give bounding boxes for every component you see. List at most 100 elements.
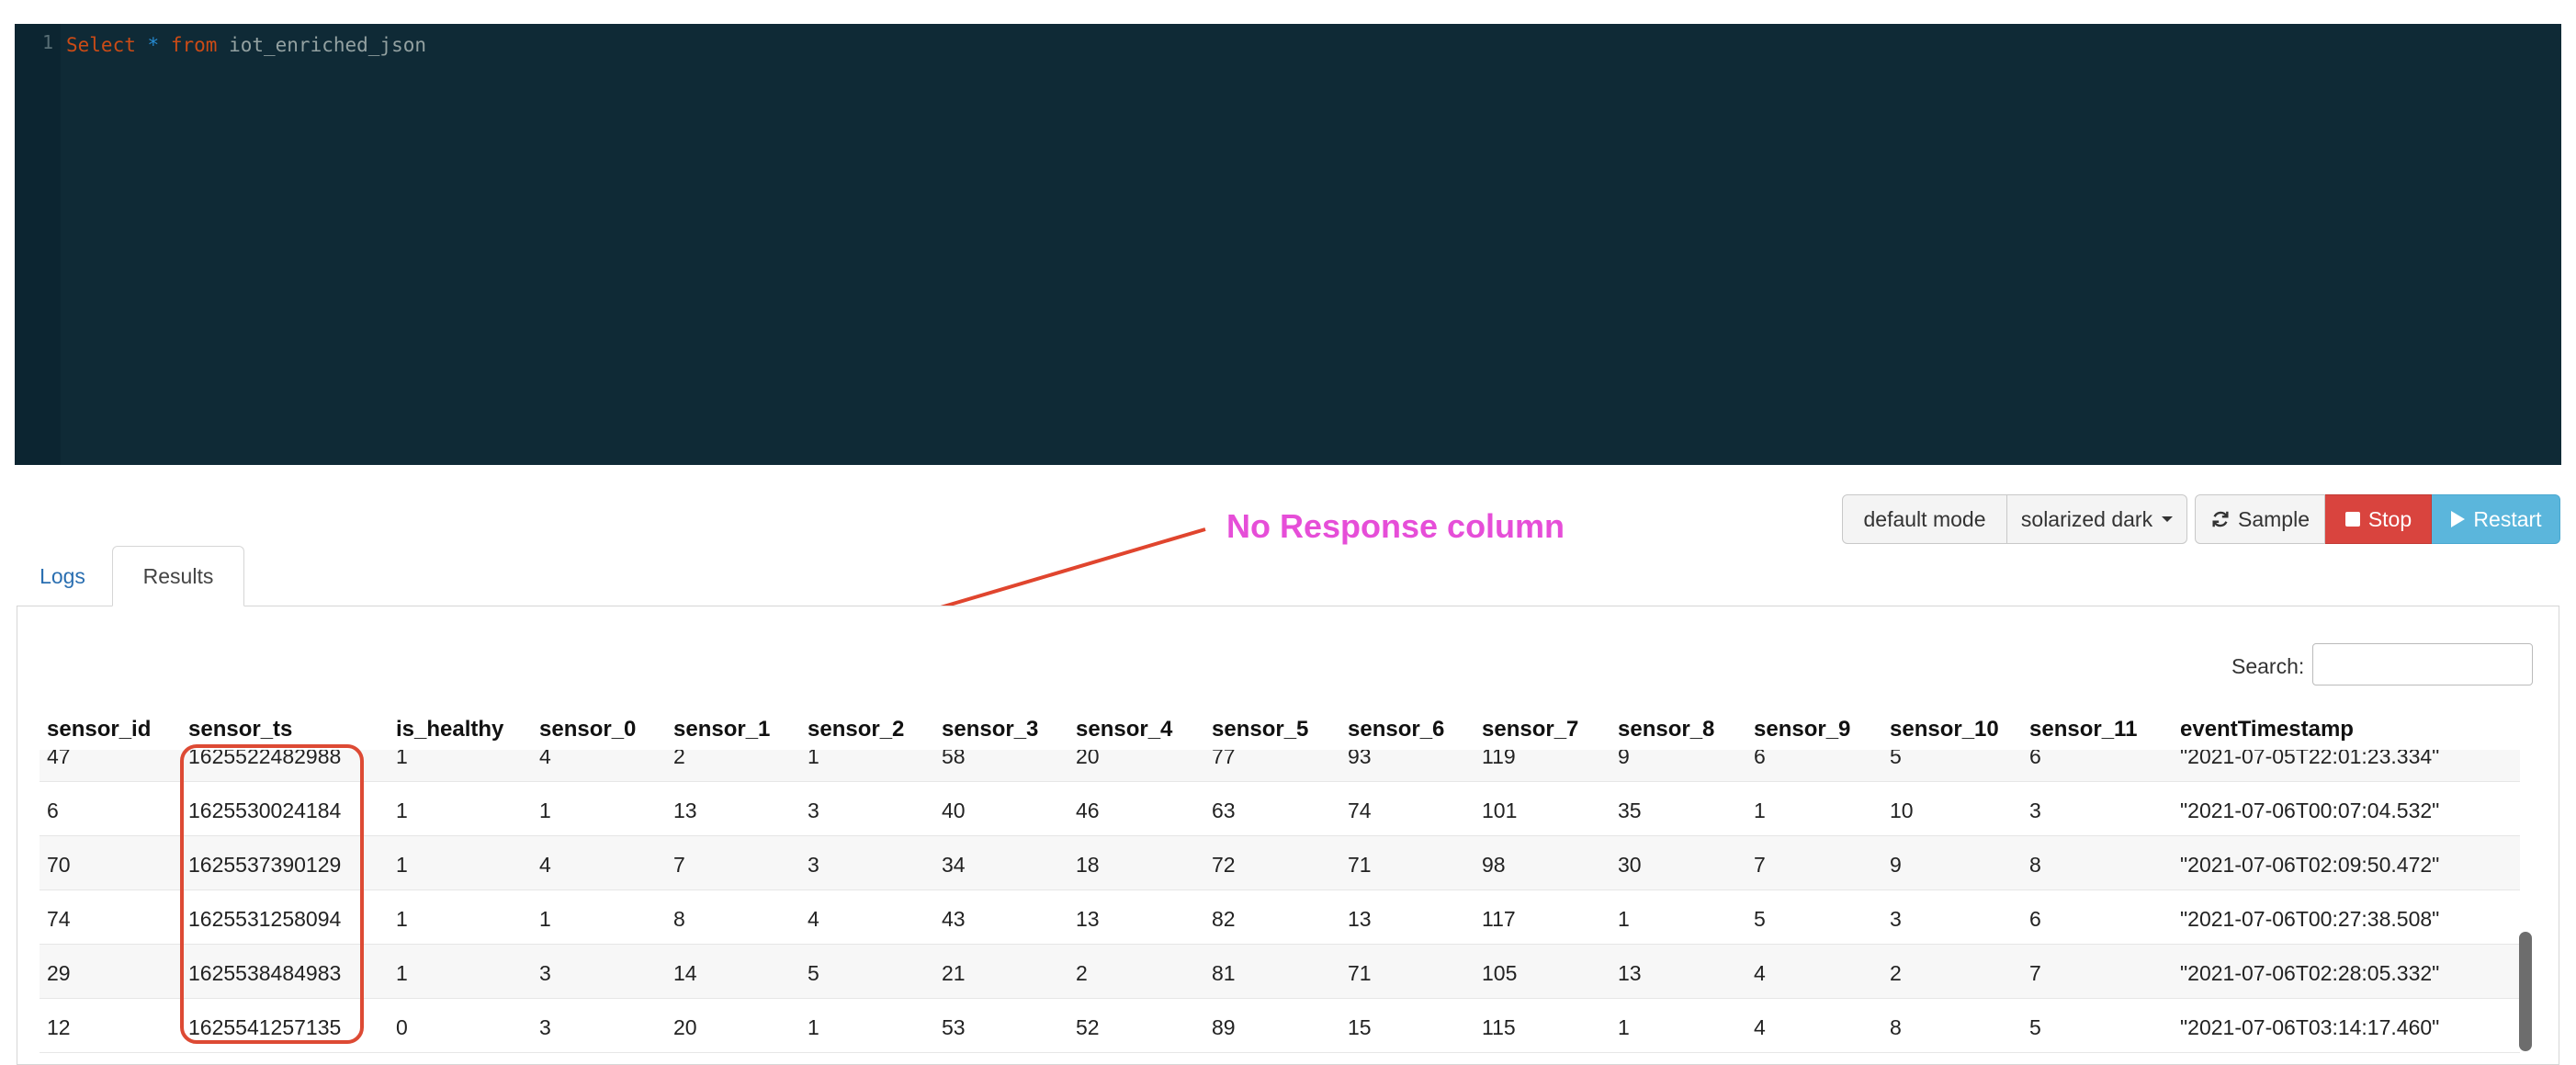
table-cell: "2021-07-05T22:01:23.334" bbox=[2180, 750, 2440, 768]
table-cell: 1625522482988 bbox=[188, 750, 342, 768]
table-cell: "2021-07-06T00:07:04.532" bbox=[2180, 799, 2440, 822]
table-cell: 10 bbox=[1890, 799, 1914, 822]
column-header[interactable]: sensor_7 bbox=[1482, 717, 1578, 742]
table-cell: 1 bbox=[539, 799, 551, 822]
results-panel: Search: sensor_id sensor_ts is_healthy sens… bbox=[17, 606, 2559, 1065]
table-cell: 43 bbox=[942, 907, 966, 931]
table-cell: 4 bbox=[539, 853, 551, 877]
table-row[interactable]: 29 1625538484983 1 3 14 5 21 2 81 71 105 13 4 2 7 "2021… bbox=[40, 945, 2520, 999]
table-rows: 47 1625522482988 1 4 2 1 58 20 77 93 119 9 6 5 6 "2021-… bbox=[40, 750, 2520, 1053]
table-row[interactable]: 6 1625530024184 1 1 13 3 40 46 63 74 101 35 1 10 3 "202… bbox=[40, 782, 2520, 836]
table-cell: 1625541257135 bbox=[188, 1015, 342, 1039]
column-header[interactable]: sensor_4 bbox=[1076, 717, 1172, 742]
table-cell: 2 bbox=[1890, 961, 1902, 985]
table-cell: 13 bbox=[673, 799, 697, 822]
table-cell: 7 bbox=[673, 853, 685, 877]
table-cell: 7 bbox=[1754, 853, 1766, 877]
column-header[interactable]: sensor_3 bbox=[942, 717, 1038, 742]
table-cell: 1 bbox=[396, 799, 408, 822]
column-header[interactable]: sensor_11 bbox=[2029, 717, 2137, 742]
table-cell: "2021-07-06T02:09:50.472" bbox=[2180, 853, 2440, 877]
table-cell: 1 bbox=[396, 853, 408, 877]
column-header[interactable]: is_healthy bbox=[396, 717, 503, 742]
column-header[interactable]: sensor_ts bbox=[188, 717, 292, 742]
table-cell: 1 bbox=[1618, 1015, 1630, 1039]
table-cell: 20 bbox=[1076, 750, 1100, 768]
column-header[interactable]: sensor_1 bbox=[673, 717, 770, 742]
table-cell: 1625531258094 bbox=[188, 907, 342, 931]
table-cell: 40 bbox=[942, 799, 966, 822]
table-cell: 9 bbox=[1618, 750, 1630, 768]
table-cell: 5 bbox=[808, 961, 819, 985]
tab-results[interactable]: Results bbox=[112, 546, 244, 606]
table-cell: 8 bbox=[673, 907, 685, 931]
table-row[interactable]: 47 1625522482988 1 4 2 1 58 20 77 93 119 9 6 5 6 "2021-… bbox=[40, 750, 2520, 782]
table-cell: 1 bbox=[396, 961, 408, 985]
result-tabs: Logs Results bbox=[17, 546, 2561, 606]
table-cell: 81 bbox=[1212, 961, 1236, 985]
table-cell: 4 bbox=[1754, 961, 1766, 985]
table-cell: 5 bbox=[1890, 750, 1902, 768]
table-cell: 1 bbox=[1618, 907, 1630, 931]
table-cell: 14 bbox=[673, 961, 697, 985]
table-cell: 1 bbox=[396, 750, 408, 768]
column-header[interactable]: sensor_5 bbox=[1212, 717, 1308, 742]
column-header[interactable]: sensor_2 bbox=[808, 717, 904, 742]
table-row[interactable]: 74 1625531258094 1 1 8 4 43 13 82 13 117 1 5 3 6 "2021-… bbox=[40, 890, 2520, 945]
table-cell: 98 bbox=[1482, 853, 1506, 877]
table-cell: 63 bbox=[1212, 799, 1236, 822]
table-cell: 1 bbox=[808, 1015, 819, 1039]
tab-logs[interactable]: Logs bbox=[17, 546, 108, 606]
table-cell: 93 bbox=[1348, 750, 1372, 768]
table-cell: 1625537390129 bbox=[188, 853, 342, 877]
table-cell: 35 bbox=[1618, 799, 1642, 822]
table-cell: 4 bbox=[539, 750, 551, 768]
table-cell: 101 bbox=[1482, 799, 1518, 822]
table-cell: 5 bbox=[1754, 907, 1766, 931]
table-cell: 58 bbox=[942, 750, 966, 768]
table-cell: 53 bbox=[942, 1015, 966, 1039]
column-header[interactable]: sensor_10 bbox=[1890, 717, 1999, 742]
column-header[interactable]: sensor_0 bbox=[539, 717, 636, 742]
column-header[interactable]: sensor_9 bbox=[1754, 717, 1850, 742]
table-cell: 71 bbox=[1348, 853, 1372, 877]
table-cell: 6 bbox=[2029, 907, 2041, 931]
table-cell: 9 bbox=[1890, 853, 1902, 877]
table-cell: "2021-07-06T02:28:05.332" bbox=[2180, 961, 2440, 985]
table-cell: 70 bbox=[47, 853, 71, 877]
table-cell: 7 bbox=[2029, 961, 2041, 985]
table-cell: 3 bbox=[1890, 907, 1902, 931]
table-cell: 47 bbox=[47, 750, 71, 768]
table-cell: 71 bbox=[1348, 961, 1372, 985]
table-cell: 3 bbox=[808, 853, 819, 877]
column-header[interactable]: sensor_8 bbox=[1618, 717, 1714, 742]
column-header[interactable]: sensor_6 bbox=[1348, 717, 1444, 742]
table-row[interactable]: 12 1625541257135 0 3 20 1 53 52 89 15 115 1 4 8 5 "2021… bbox=[40, 999, 2520, 1053]
table-cell: 1 bbox=[396, 907, 408, 931]
table-cell: 13 bbox=[1618, 961, 1642, 985]
table-cell: 30 bbox=[1618, 853, 1642, 877]
table-cell: 1 bbox=[808, 750, 819, 768]
table-cell: 2 bbox=[1076, 961, 1088, 985]
column-header[interactable]: sensor_id bbox=[47, 717, 151, 742]
table-cell: 4 bbox=[808, 907, 819, 931]
table-cell: 6 bbox=[47, 799, 59, 822]
scrollbar-thumb[interactable] bbox=[2519, 932, 2532, 1051]
table-cell: 3 bbox=[808, 799, 819, 822]
table-cell: 34 bbox=[942, 853, 966, 877]
table-cell: 13 bbox=[1076, 907, 1100, 931]
table-row[interactable]: 70 1625537390129 1 4 7 3 34 18 72 71 98 30 7 9 8 "2021-… bbox=[40, 836, 2520, 890]
table-cell: 72 bbox=[1212, 853, 1236, 877]
table-cell: 8 bbox=[2029, 853, 2041, 877]
table-cell: 117 bbox=[1482, 907, 1516, 931]
table-cell: 20 bbox=[673, 1015, 697, 1039]
table-cell: 29 bbox=[47, 961, 71, 985]
table-cell: 21 bbox=[942, 961, 966, 985]
table-cell: 2 bbox=[673, 750, 685, 768]
table-cell: 115 bbox=[1482, 1015, 1516, 1039]
column-header[interactable]: eventTimestamp bbox=[2180, 717, 2354, 742]
table-body[interactable]: 47 1625522482988 1 4 2 1 58 20 77 93 119 9 6 5 6 "2021-… bbox=[40, 750, 2520, 1064]
table-cell: 3 bbox=[539, 961, 551, 985]
search-input[interactable] bbox=[2312, 643, 2533, 685]
table-cell: 82 bbox=[1212, 907, 1236, 931]
